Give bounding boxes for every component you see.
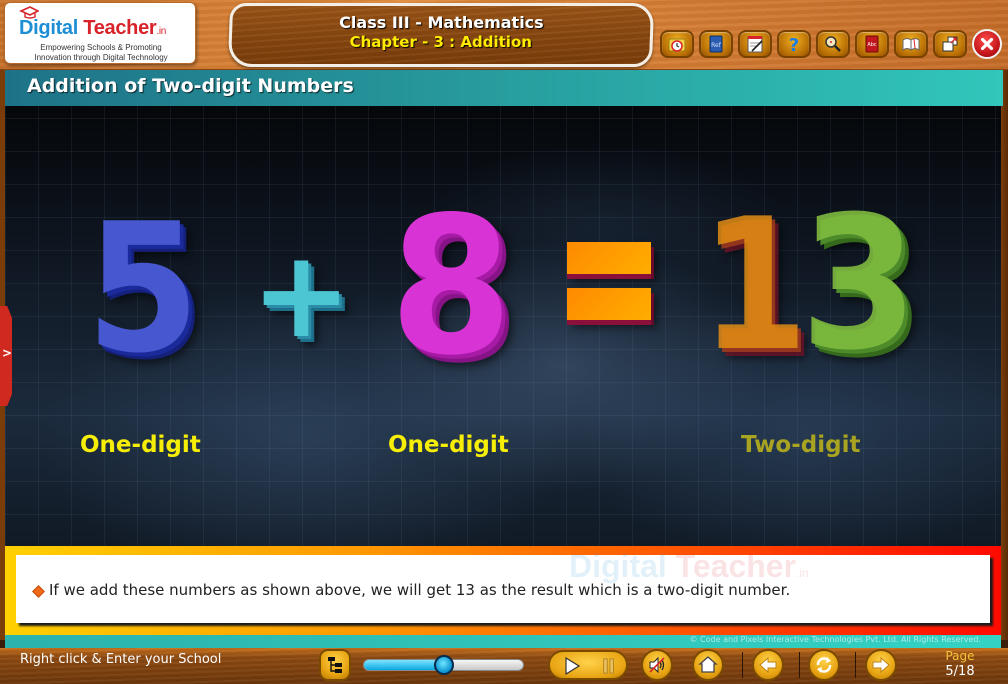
speaker-muted-icon bbox=[649, 656, 665, 674]
play-pause-control bbox=[548, 650, 628, 680]
logo-tagline-2: Innovation through Digital Technology bbox=[34, 53, 168, 62]
note-box: Digital Teacher.in If we add these numbe… bbox=[16, 548, 990, 623]
equation-stage: 5 + 8 1 3 One-digit One-digit Two-digit bbox=[5, 106, 1001, 548]
progress-knob[interactable] bbox=[433, 655, 454, 675]
restore-window-icon bbox=[942, 36, 958, 52]
watermark-word-digital: Digital bbox=[569, 548, 667, 584]
history-button[interactable] bbox=[660, 30, 694, 58]
home-button[interactable] bbox=[692, 649, 724, 681]
footer-separator bbox=[855, 652, 856, 678]
digit-eight: 8 bbox=[389, 176, 513, 397]
chevron-right-icon: > bbox=[2, 346, 13, 360]
watermark-word-teacher: Teacher bbox=[675, 548, 797, 584]
dictionary-button[interactable]: Abc bbox=[855, 30, 889, 58]
label-one-digit-first: One-digit bbox=[80, 432, 201, 458]
abc-book-icon: Abc bbox=[865, 35, 879, 53]
logo-wordmark: Digital Teacher.in bbox=[19, 17, 166, 40]
enter-school-link[interactable]: Right click & Enter your School bbox=[20, 652, 221, 667]
magnifier-icon bbox=[825, 36, 841, 52]
chapter-title: Chapter - 3 : Addition bbox=[349, 33, 532, 51]
diamond-bullet-icon bbox=[32, 585, 45, 598]
open-book-button[interactable] bbox=[894, 30, 928, 58]
title-plank: Class III - Mathematics Chapter - 3 : Ad… bbox=[227, 3, 655, 67]
arrow-right-icon bbox=[872, 656, 890, 674]
logo-word-teacher: Teacher bbox=[83, 17, 157, 39]
reference-button[interactable]: Ref bbox=[699, 30, 733, 58]
window-restore-button[interactable] bbox=[933, 30, 967, 58]
search-button[interactable] bbox=[816, 30, 850, 58]
label-two-digit: Two-digit bbox=[741, 432, 861, 458]
logo-suffix: .in bbox=[156, 26, 167, 37]
digit-five: 5 bbox=[85, 185, 200, 392]
note-frame: Digital Teacher.in If we add these numbe… bbox=[5, 546, 1001, 635]
frame-right-border bbox=[1001, 70, 1008, 640]
page-label: Page bbox=[945, 649, 975, 663]
table-of-contents-button[interactable] bbox=[319, 649, 351, 681]
plus-sign: + bbox=[251, 226, 352, 365]
svg-text:?: ? bbox=[789, 35, 799, 54]
watermark-suffix: .in bbox=[796, 566, 809, 580]
watermark-logo: Digital Teacher.in bbox=[569, 548, 809, 585]
result-digit-one: 1 bbox=[700, 179, 809, 391]
copyright-text: © Code and Pixels Interactive Technologi… bbox=[689, 635, 982, 644]
equals-sign-top-bar bbox=[567, 242, 651, 274]
ref-book-icon: Ref bbox=[709, 35, 723, 53]
folder-clock-icon bbox=[668, 38, 686, 52]
close-icon bbox=[980, 37, 994, 51]
progress-slider[interactable] bbox=[363, 655, 524, 675]
header-bar: Digital Teacher.in Empowering Schools & … bbox=[0, 0, 1008, 72]
next-page-button[interactable] bbox=[865, 649, 897, 681]
slide-heading-bar: Addition of Two-digit Numbers bbox=[5, 70, 1003, 106]
notes-button[interactable] bbox=[738, 30, 772, 58]
svg-text:Abc: Abc bbox=[867, 42, 877, 48]
footer-controls: Right click & Enter your School Page 5/1… bbox=[0, 648, 1008, 684]
equals-sign-bottom-bar bbox=[567, 288, 651, 320]
side-panel-toggle[interactable]: > bbox=[0, 306, 12, 406]
close-button[interactable] bbox=[972, 29, 1002, 59]
previous-page-button[interactable] bbox=[752, 649, 784, 681]
footer-separator bbox=[799, 652, 800, 678]
page-indicator: 5/18 bbox=[945, 664, 975, 679]
home-icon bbox=[698, 656, 718, 673]
tree-menu-icon bbox=[328, 657, 342, 673]
digital-teacher-logo: Digital Teacher.in Empowering Schools & … bbox=[4, 2, 196, 64]
slide-heading: Addition of Two-digit Numbers bbox=[27, 75, 354, 97]
pause-icon[interactable] bbox=[602, 658, 616, 674]
progress-fill bbox=[364, 660, 444, 670]
help-button[interactable]: ? bbox=[777, 30, 811, 58]
open-book-icon bbox=[902, 38, 920, 51]
result-digit-three: 3 bbox=[800, 177, 918, 391]
label-one-digit-second: One-digit bbox=[388, 432, 509, 458]
logo-tagline-1: Empowering Schools & Promoting bbox=[40, 43, 162, 52]
copyright-bar: © Code and Pixels Interactive Technologi… bbox=[5, 635, 1001, 648]
footer-separator bbox=[742, 652, 743, 678]
course-title: Class III - Mathematics bbox=[339, 13, 544, 32]
replay-icon bbox=[816, 657, 832, 673]
mute-button[interactable] bbox=[641, 649, 673, 681]
note-text: If we add these numbers as shown above, … bbox=[49, 581, 791, 599]
play-icon[interactable] bbox=[564, 657, 580, 675]
svg-text:Ref: Ref bbox=[711, 42, 722, 49]
replay-button[interactable] bbox=[808, 649, 840, 681]
arrow-left-icon bbox=[759, 656, 777, 674]
logo-word-digital: Digital bbox=[19, 17, 79, 39]
notepad-pen-icon bbox=[747, 36, 763, 53]
question-mark-icon: ? bbox=[789, 35, 799, 54]
top-toolbar: Ref ? Abc bbox=[660, 29, 1002, 59]
